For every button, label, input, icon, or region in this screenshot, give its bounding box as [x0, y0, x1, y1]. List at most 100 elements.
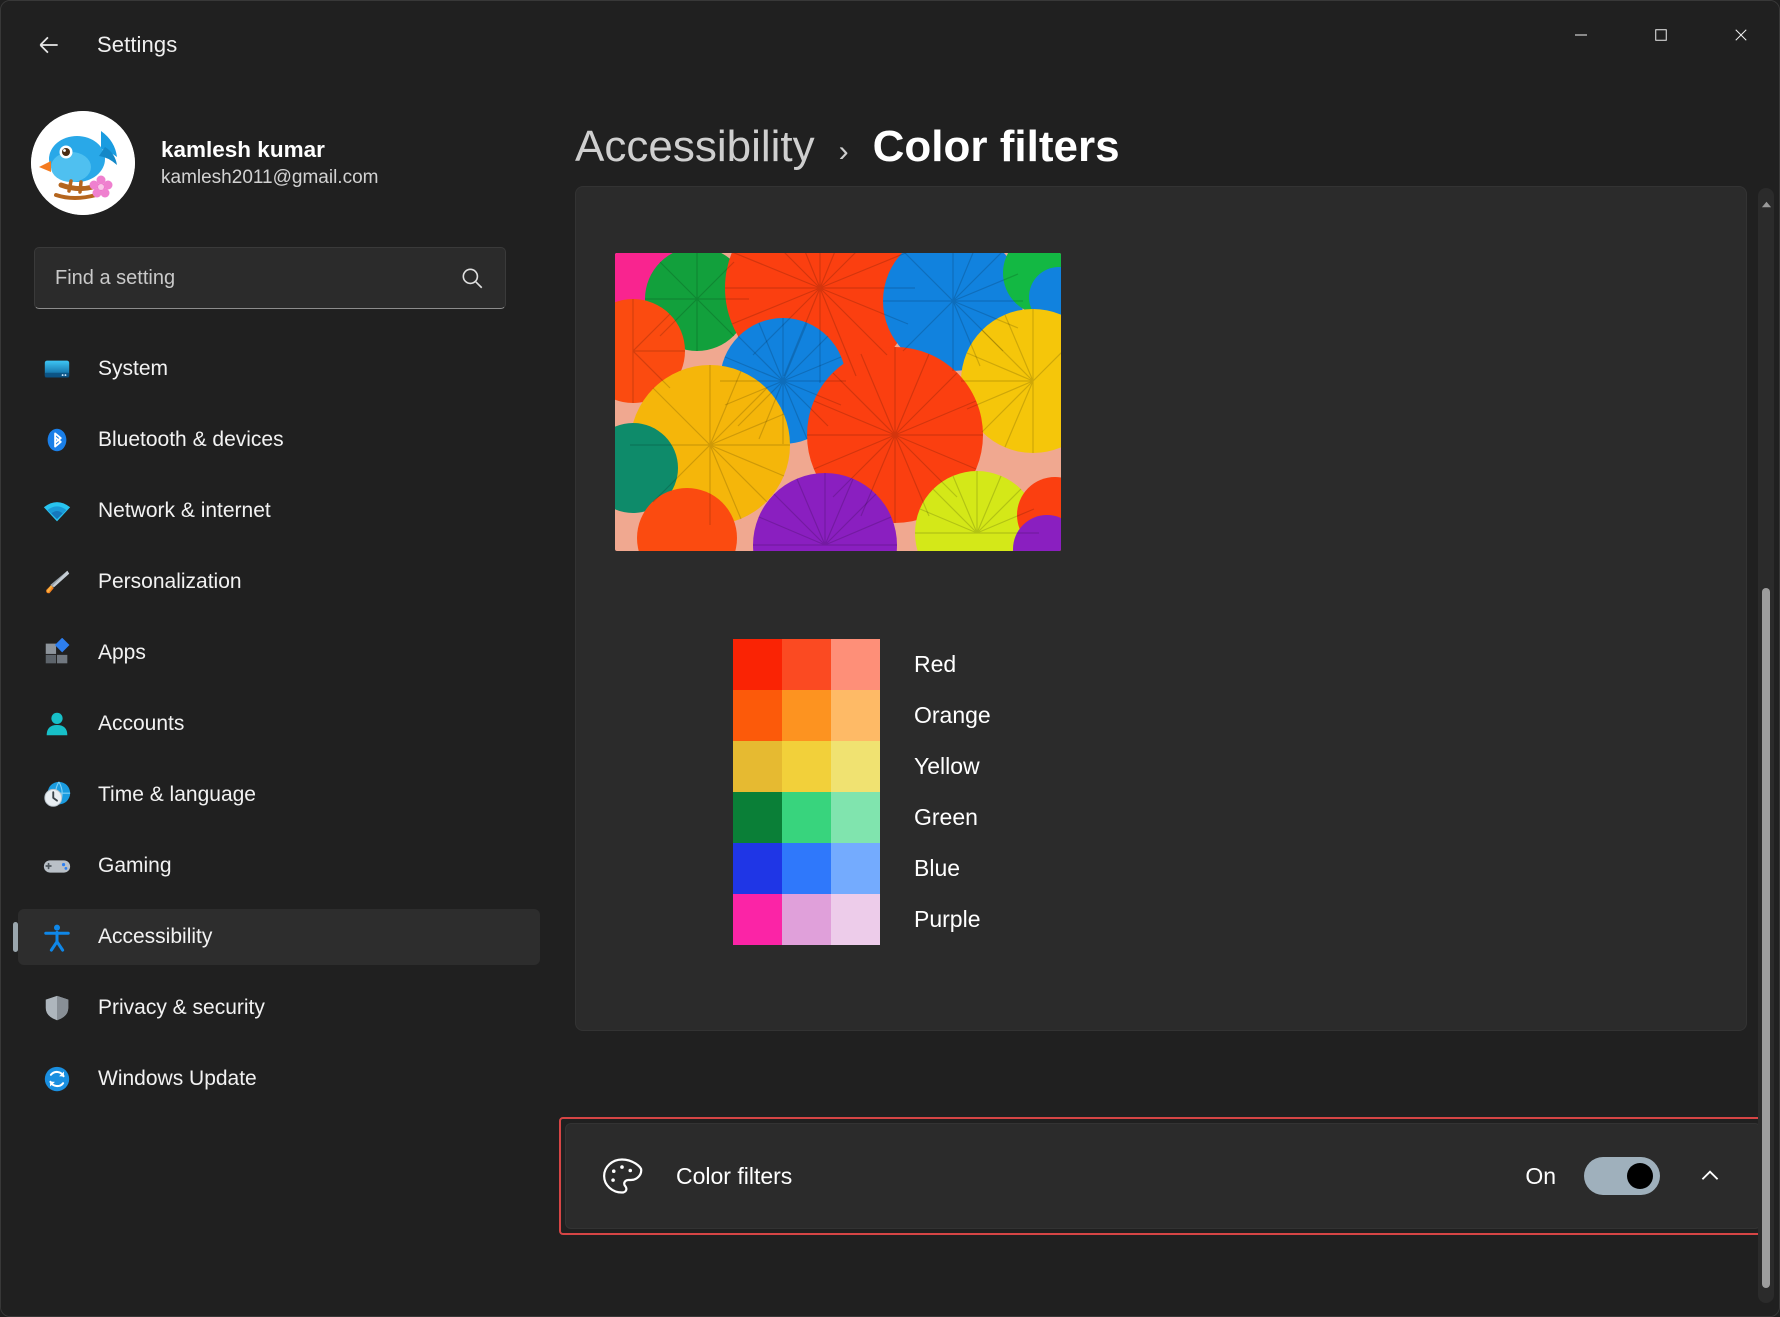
sidebar-item-label: Accounts [98, 712, 185, 735]
account-card[interactable]: kamlesh kumar kamlesh2011@gmail.com [1, 89, 557, 219]
search-box[interactable] [34, 247, 506, 309]
bluetooth-icon [40, 423, 74, 457]
color-swatch-labels: Red Orange Yellow Green Blue Purple [914, 639, 991, 945]
color-swatch [782, 843, 831, 894]
color-swatch [733, 741, 782, 792]
sidebar-item-personalization[interactable]: Personalization [18, 554, 540, 610]
sidebar-item-label: Time & language [98, 783, 256, 806]
bird-avatar-icon [31, 111, 135, 215]
toggle-state-label: On [1525, 1162, 1556, 1189]
scroll-up-arrow-icon[interactable] [1758, 196, 1774, 212]
sidebar-item-label: Windows Update [98, 1067, 257, 1090]
color-filters-highlight-box: Color filters On [559, 1117, 1767, 1235]
close-button[interactable] [1701, 1, 1779, 69]
color-swatch-label: Yellow [914, 753, 980, 779]
color-swatch [782, 639, 831, 690]
color-filters-setting-row[interactable]: Color filters On [565, 1123, 1761, 1229]
sidebar-item-label: Apps [98, 641, 146, 664]
color-swatch [831, 741, 880, 792]
account-text: kamlesh kumar kamlesh2011@gmail.com [161, 135, 378, 191]
sidebar-item-accounts[interactable]: Accounts [18, 696, 540, 752]
update-refresh-icon [40, 1062, 74, 1096]
color-swatch [733, 690, 782, 741]
color-filters-toggle[interactable] [1584, 1157, 1660, 1195]
search-input[interactable] [55, 266, 459, 290]
minimize-icon [1575, 34, 1587, 36]
close-icon [1735, 29, 1747, 41]
sidebar-item-time-language[interactable]: Time & language [18, 767, 540, 823]
sidebar-item-accessibility[interactable]: Accessibility [13, 909, 540, 965]
color-swatch-label: Orange [914, 702, 991, 728]
sidebar-item-gaming[interactable]: Gaming [18, 838, 540, 894]
sidebar-item-network-internet[interactable]: Network & internet [18, 483, 540, 539]
color-filters-preview-panel: Red Orange Yellow Green Blue Purple [575, 186, 1747, 1031]
window-controls [1541, 1, 1779, 69]
color-swatch [733, 792, 782, 843]
color-swatch [733, 894, 782, 945]
shield-icon [40, 991, 74, 1025]
color-swatch-label: Green [914, 804, 978, 830]
sidebar-item-label: Gaming [98, 854, 172, 877]
color-swatch [733, 639, 782, 690]
color-swatch [782, 792, 831, 843]
color-swatch-label: Blue [914, 855, 961, 881]
sidebar-item-windows-update[interactable]: Windows Update [18, 1051, 540, 1107]
preview-image [615, 253, 1061, 551]
color-swatch [733, 843, 782, 894]
chevron-up-icon [1701, 1170, 1719, 1180]
sidebar-item-label: Bluetooth & devices [98, 428, 284, 451]
color-filters-label: Color filters [676, 1162, 793, 1189]
wifi-icon [40, 494, 74, 528]
color-swatch [782, 894, 831, 945]
color-swatch [831, 894, 880, 945]
maximize-button[interactable] [1621, 1, 1701, 69]
page-title: Color filters [872, 122, 1120, 171]
colorful-paper-fans-photo [615, 253, 1061, 551]
person-icon [40, 707, 74, 741]
apps-icon [40, 636, 74, 670]
title-bar: Settings [1, 1, 1779, 89]
scrollbar[interactable] [1758, 188, 1774, 1303]
color-swatch-preview: Red Orange Yellow Green Blue Purple [733, 639, 991, 945]
search-icon[interactable] [459, 265, 485, 291]
sidebar-item-label: Privacy & security [98, 996, 265, 1019]
sidebar-item-label: System [98, 357, 169, 380]
toggle-thumb [1627, 1163, 1653, 1189]
account-name: kamlesh kumar [161, 136, 325, 162]
palette-icon [603, 1158, 643, 1194]
color-swatch [831, 792, 880, 843]
sidebar-item-system[interactable]: System [18, 341, 540, 397]
paintbrush-icon [40, 565, 74, 599]
window-title: Settings [97, 32, 178, 57]
breadcrumb: Accessibility › Color filters [557, 89, 1779, 172]
color-swatch [782, 741, 831, 792]
sidebar-item-apps[interactable]: Apps [18, 625, 540, 681]
color-swatch-label: Purple [914, 906, 981, 932]
color-swatch [782, 690, 831, 741]
account-email: kamlesh2011@gmail.com [161, 167, 379, 189]
gamepad-icon [40, 849, 74, 883]
expand-collapse-button[interactable] [1688, 1154, 1732, 1198]
breadcrumb-parent-link[interactable]: Accessibility [575, 122, 815, 172]
minimize-button[interactable] [1541, 1, 1621, 69]
color-filters-row-controls: On [1525, 1154, 1732, 1198]
sidebar-nav: System Bluetooth & devices Network & int… [1, 341, 557, 1107]
sidebar-item-privacy-security[interactable]: Privacy & security [18, 980, 540, 1036]
color-swatch [831, 690, 880, 741]
sidebar-item-label: Personalization [98, 570, 242, 593]
sidebar-item-label: Accessibility [98, 925, 213, 948]
clock-globe-icon [40, 778, 74, 812]
color-swatch [831, 639, 880, 690]
avatar [31, 111, 135, 215]
sidebar-item-bluetooth-devices[interactable]: Bluetooth & devices [18, 412, 540, 468]
chevron-right-icon: › [838, 135, 849, 168]
back-button[interactable] [21, 17, 77, 73]
scrollbar-thumb[interactable] [1762, 588, 1770, 1288]
main-content: Accessibility › Color filters Red Orange… [557, 89, 1779, 1316]
color-swatch [831, 843, 880, 894]
maximize-icon [1655, 29, 1667, 41]
color-swatch-grid [733, 639, 880, 945]
settings-window: Settings kamlesh kumar kamlesh2011@gmail… [0, 0, 1780, 1317]
accessibility-person-icon [40, 920, 74, 954]
sidebar: kamlesh kumar kamlesh2011@gmail.com Find… [1, 89, 557, 1316]
